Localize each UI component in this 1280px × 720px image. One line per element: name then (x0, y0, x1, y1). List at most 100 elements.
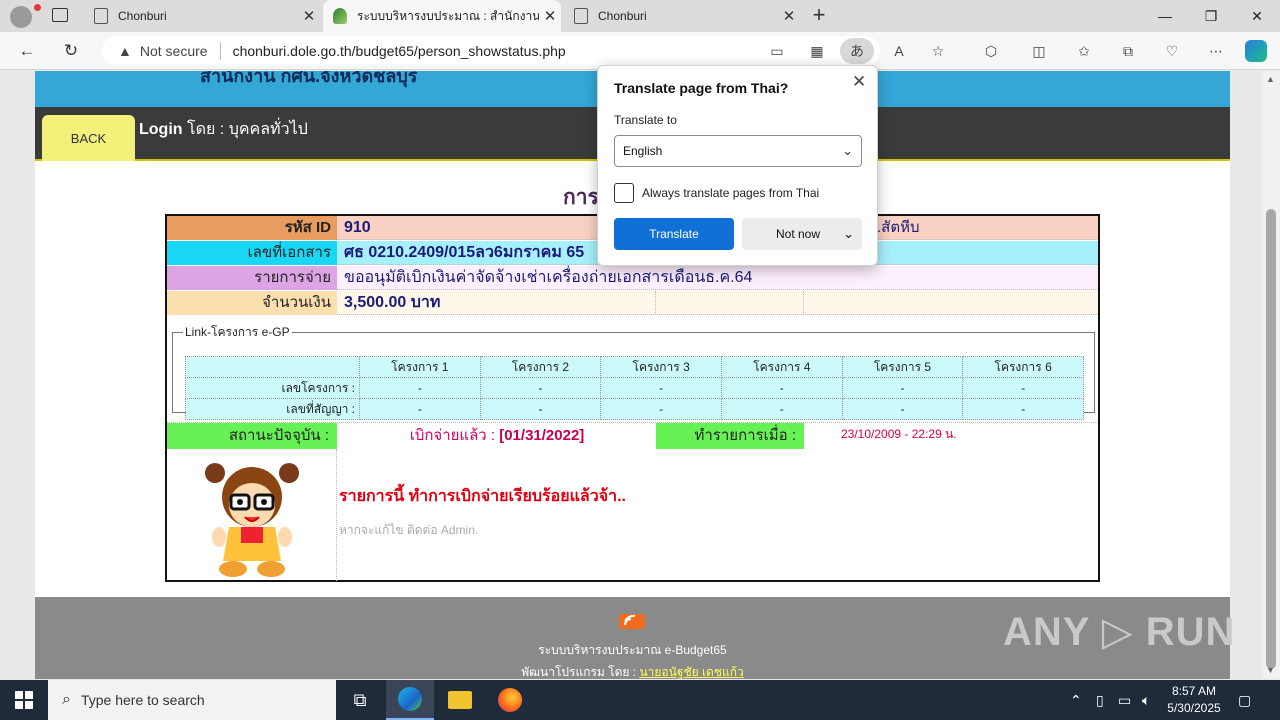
item-label: รายการจ่าย (167, 266, 337, 290)
page-icon (574, 8, 588, 24)
item-value: ขออนุมัติเบิกเงินค่าจัดจ้างเช่าเครื่องถ่… (344, 269, 753, 286)
id-value: 910 (344, 219, 371, 236)
apps-icon[interactable]: ▦ (804, 38, 830, 64)
login-prefix: Login (139, 121, 183, 138)
admin-note: หากจะแก้ไข ติดต่อ Admin. (339, 523, 479, 537)
result-row: รายการนี้ ทำการเบิกจ่ายเรียบร้อยแล้วจ้า.… (167, 449, 1098, 581)
amount-row: จำนวนเงิน 3,500.00 บาท (167, 291, 1098, 315)
egp-cell: - (720, 398, 843, 420)
scroll-thumb[interactable] (1266, 209, 1276, 669)
more-menu-icon[interactable]: ⋯ (1203, 38, 1229, 64)
popup-title: Translate page from Thai? (614, 80, 789, 96)
egp-row-label: เลขที่สัญญา : (185, 398, 360, 420)
back-nav-button[interactable]: ← (12, 36, 42, 66)
doc-label: เลขที่เอกสาร (167, 241, 337, 265)
chevron-down-icon[interactable]: ⌄ (843, 218, 854, 250)
show-hidden-icons[interactable]: ⌃ (1070, 680, 1082, 720)
read-aloud-icon[interactable]: A (886, 38, 912, 64)
chevron-down-icon: ⌄ (842, 143, 853, 158)
not-now-button[interactable]: Not now ⌄ (742, 218, 862, 250)
notification-icon[interactable]: ▢ (1238, 680, 1251, 720)
firefox-icon[interactable] (486, 680, 534, 720)
id-right-fragment: .สัตหีบ (877, 219, 920, 236)
security-label: Not secure (139, 43, 208, 59)
device-icon[interactable]: ▯ (1096, 680, 1104, 720)
time-label: ทำรายการเมื่อ : (656, 423, 804, 449)
egp-cell: - (359, 398, 481, 420)
language-value: English (623, 144, 663, 158)
cartoon-girl-image (167, 449, 337, 581)
translate-to-label: Translate to (614, 113, 677, 127)
status-row: สถานะปัจจุบัน : เบิกจ่ายแล้ว : [01/31/20… (167, 422, 1098, 449)
rss-logo-icon (617, 611, 647, 631)
status-label: สถานะปัจจุบัน : (167, 423, 337, 449)
taskbar: ⌕ Type here to search ⧉ ⌃ ▯ ▭ 🔈︎ 8:57 AM… (0, 680, 1280, 720)
close-window-button[interactable]: ✕ (1234, 0, 1280, 32)
banner-text: สำนักงาน กศน.จังหวัดชลบุรี (200, 71, 418, 86)
performance-icon[interactable]: ♡ (1159, 38, 1185, 64)
copilot-icon[interactable] (1245, 40, 1267, 62)
login-status: Login โดย : บุคคลทั่วไป (139, 117, 308, 142)
file-explorer-icon[interactable] (436, 680, 484, 720)
close-icon[interactable]: ✕ (539, 7, 561, 25)
egp-header-cell: โครงการ 2 (479, 356, 602, 378)
egp-header-cell: โครงการ 1 (359, 356, 481, 378)
status-prefix: เบิกจ่ายแล้ว : (409, 427, 500, 444)
extensions-icon[interactable]: ⬡ (978, 38, 1004, 64)
back-button[interactable]: BACK (42, 115, 135, 161)
tab-chonburi-2[interactable]: Chonburi ✕ (564, 0, 800, 32)
restore-button[interactable]: ❐ (1188, 0, 1234, 32)
status-date: [01/31/2022] (499, 427, 585, 444)
egp-cell: - (600, 398, 722, 420)
new-tab-button[interactable]: + (808, 3, 830, 29)
network-icon[interactable]: ▭ (1118, 680, 1131, 720)
cast-icon[interactable]: ▭ (764, 38, 790, 64)
favorites-icon[interactable]: ✩ (1071, 38, 1097, 64)
egp-cell: - (479, 377, 602, 399)
amount-label: จำนวนเงิน (167, 291, 337, 315)
windows-start-button[interactable] (0, 680, 48, 720)
close-icon[interactable]: ✕ (298, 7, 320, 25)
egp-cell: - (479, 398, 602, 420)
taskbar-clock[interactable]: 8:57 AM 5/30/2025 (1158, 683, 1230, 717)
tab-budget[interactable]: ระบบบริหารงบประมาณ : สำนักงาน กศ ✕ (323, 0, 561, 32)
translate-icon[interactable]: あ (840, 38, 874, 64)
tab-title: Chonburi (118, 9, 167, 23)
scroll-down-icon[interactable]: ▼ (1266, 665, 1275, 675)
egp-cell: - (720, 377, 843, 399)
search-placeholder: Type here to search (80, 692, 205, 708)
page-scrollbar[interactable]: ▲ ▼ (1262, 71, 1280, 679)
task-view-icon[interactable]: ⧉ (336, 680, 384, 720)
volume-icon[interactable]: 🔈︎ (1142, 680, 1150, 720)
favorite-star-icon[interactable]: ☆ (925, 38, 951, 64)
split-screen-icon[interactable]: ◫ (1026, 38, 1052, 64)
anyrun-watermark: ANY ▷ RUN (1003, 610, 1236, 654)
egp-fieldset: Link-โครงการ e-GP โครงการ 1 โครงการ 2 โค… (172, 323, 1095, 420)
search-icon: ⌕ (62, 691, 71, 708)
close-icon[interactable]: ✕ (852, 72, 866, 92)
close-icon[interactable]: ✕ (778, 7, 800, 25)
collections-icon[interactable]: ⧉ (1115, 38, 1141, 64)
not-now-label: Not now (776, 227, 821, 241)
tab-bar: Chonburi ✕ ระบบบริหารงบประมาณ : สำนักงาน… (0, 0, 1280, 32)
edge-browser-icon[interactable] (386, 680, 434, 720)
language-select[interactable]: English ⌄ (614, 135, 862, 167)
footer-developer: พัฒนาโปรแกรม โดย : นายอนัฐชัย เดชแก้ว (35, 663, 1230, 679)
footer-dev-prefix: พัฒนาโปรแกรม โดย : (521, 665, 640, 679)
profile-icon[interactable] (10, 4, 41, 28)
time-value: 23/10/2009 - 22:29 น. (841, 427, 957, 441)
scroll-up-icon[interactable]: ▲ (1266, 74, 1275, 84)
footer-dev-link[interactable]: นายอนัฐชัย เดชแก้ว (639, 665, 743, 679)
minimize-button[interactable]: — (1142, 0, 1188, 32)
refresh-button[interactable]: ↻ (56, 36, 86, 66)
tab-actions-icon[interactable] (52, 8, 68, 22)
egp-contract-row: เลขที่สัญญา : - - - - - - (185, 398, 1084, 420)
translate-popup: Translate page from Thai? ✕ Translate to… (597, 65, 878, 266)
success-message: รายการนี้ ทำการเบิกจ่ายเรียบร้อยแล้วจ้า.… (339, 488, 626, 505)
status-value: เบิกจ่ายแล้ว : [01/31/2022] (338, 423, 656, 449)
egp-header-cell: โครงการ 6 (962, 356, 1084, 378)
translate-button[interactable]: Translate (614, 218, 734, 250)
tab-chonburi-1[interactable]: Chonburi ✕ (84, 0, 320, 32)
taskbar-search-box[interactable]: ⌕ Type here to search (48, 680, 336, 720)
always-translate-checkbox[interactable] (614, 183, 634, 203)
